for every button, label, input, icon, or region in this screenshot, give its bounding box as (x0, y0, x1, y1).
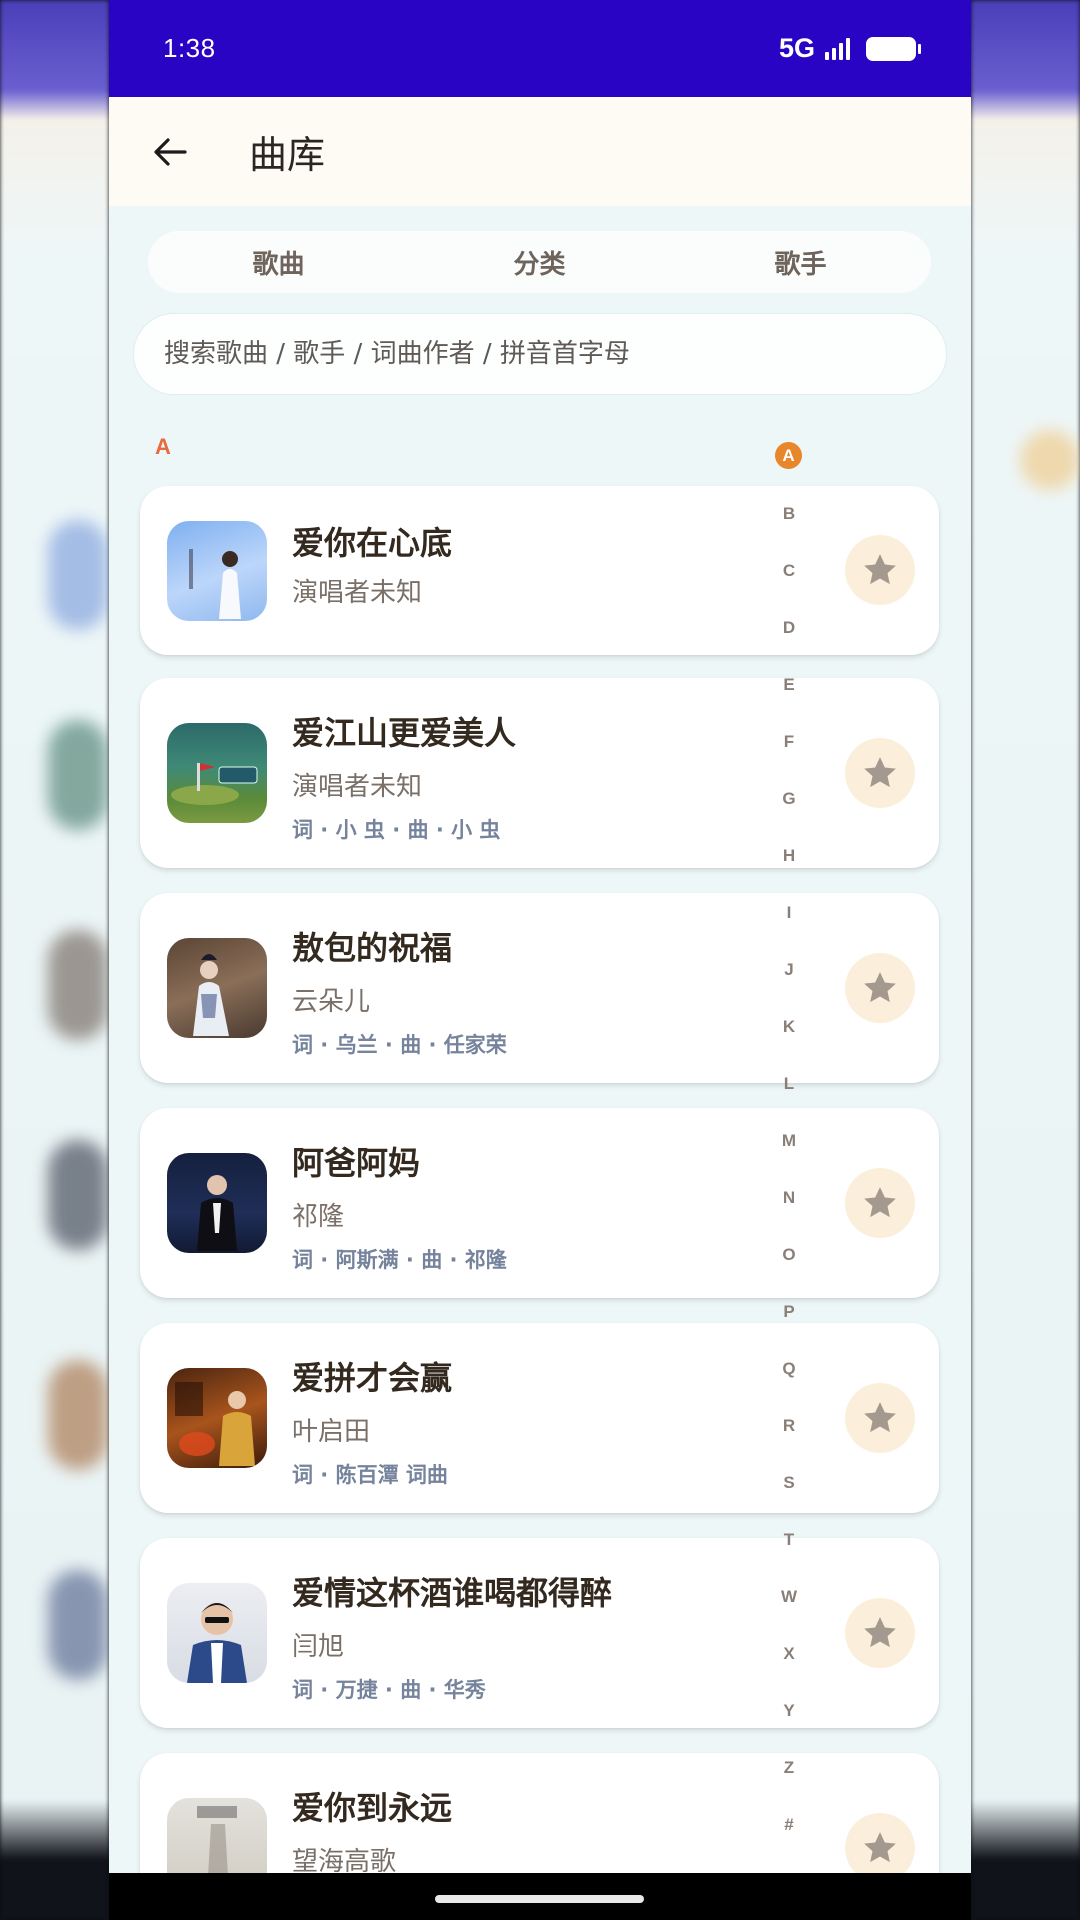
alphabet-letter[interactable]: F (767, 732, 811, 752)
tab-songs[interactable]: 歌曲 (148, 244, 409, 281)
song-card[interactable]: 阿爸阿妈 祁隆 词 · 阿斯满 · 曲 · 祁隆 (140, 1108, 939, 1298)
song-singer: 云朵儿 (292, 987, 371, 1017)
app-bar: 曲库 (109, 97, 971, 206)
song-credits: 词 · 阿斯满 · 曲 · 祁隆 (292, 1248, 507, 1272)
star-icon (864, 757, 896, 788)
backdrop-ghost-card (48, 1570, 108, 1680)
song-singer: 演唱者未知 (292, 578, 423, 608)
star-icon (864, 1402, 896, 1433)
alphabet-letter[interactable]: Z (767, 1758, 811, 1778)
alphabet-letter[interactable]: G (767, 789, 811, 809)
signal-icon (825, 37, 850, 60)
song-card[interactable]: 爱你在心底 演唱者未知 (140, 486, 939, 655)
alphabet-letter[interactable]: # (767, 1815, 811, 1835)
alphabet-letter[interactable]: J (767, 960, 811, 980)
alphabet-letter[interactable]: A (775, 442, 802, 469)
song-card[interactable]: 爱拼才会赢 叶启田 词 · 陈百潭 词曲 (140, 1323, 939, 1513)
alphabet-letter[interactable]: T (767, 1530, 811, 1550)
page-title: 曲库 (249, 133, 326, 177)
song-title: 爱情这杯酒谁喝都得醉 (292, 1574, 613, 1612)
song-title: 爱江山更爱美人 (292, 714, 517, 752)
alphabet-letter[interactable]: W (767, 1587, 811, 1607)
backdrop-ghost-card (48, 520, 108, 630)
alphabet-letter[interactable]: I (767, 903, 811, 923)
song-singer: 祁隆 (292, 1202, 345, 1232)
network-label: 5G (778, 33, 815, 63)
backdrop-ghost-card (48, 1360, 108, 1470)
song-credits: 词 · 小 虫 · 曲 · 小 虫 (292, 818, 501, 842)
song-singer: 演唱者未知 (292, 772, 423, 802)
song-card[interactable]: 敖包的祝福 云朵儿 词 · 乌兰 · 曲 · 任家荣 (140, 893, 939, 1083)
app-screen: 1:38 5G 曲库 歌曲 分类 歌手 A (109, 0, 971, 1920)
song-cover-image (167, 938, 267, 1038)
song-title: 爱你到永远 (292, 1789, 453, 1827)
home-indicator[interactable] (435, 1895, 644, 1903)
song-card[interactable]: 爱情这杯酒谁喝都得醉 闫旭 词 · 万捷 · 曲 · 华秀 (140, 1538, 939, 1728)
battery-icon (866, 36, 921, 61)
alphabet-letter[interactable]: P (767, 1302, 811, 1322)
star-icon (864, 1187, 896, 1218)
back-button[interactable] (145, 127, 195, 177)
alphabet-letter[interactable]: Q (767, 1359, 811, 1379)
backdrop-ghost-card (48, 1140, 108, 1250)
tab-categories[interactable]: 分类 (409, 244, 670, 281)
arrow-left-icon (154, 137, 187, 166)
song-cover-image (167, 723, 267, 823)
status-time: 1:38 (163, 33, 216, 63)
alphabet-letter[interactable]: E (767, 675, 811, 695)
star-icon (864, 554, 896, 585)
song-title: 阿爸阿妈 (292, 1144, 421, 1182)
alphabet-letter[interactable]: H (767, 846, 811, 866)
alphabet-letter[interactable]: Y (767, 1701, 811, 1721)
song-cover-image (167, 1583, 267, 1683)
song-credits: 词 · 陈百潭 词曲 (292, 1463, 448, 1487)
star-icon (864, 1832, 896, 1863)
search-input[interactable] (164, 339, 946, 369)
song-card[interactable]: 爱江山更爱美人 演唱者未知 词 · 小 虫 · 曲 · 小 虫 (140, 678, 939, 868)
alphabet-letter[interactable]: L (767, 1074, 811, 1094)
song-title: 敖包的祝福 (292, 929, 453, 967)
song-cover-image (167, 1153, 267, 1253)
song-title: 爱你在心底 (292, 524, 453, 562)
favorite-button[interactable] (845, 953, 915, 1023)
favorite-button[interactable] (845, 1383, 915, 1453)
status-bar: 1:38 5G (109, 0, 971, 97)
favorite-button[interactable] (845, 1168, 915, 1238)
song-singer: 叶启田 (292, 1417, 371, 1447)
alphabet-letter[interactable]: N (767, 1188, 811, 1208)
star-icon (864, 1617, 896, 1648)
song-cover-image (167, 1368, 267, 1468)
search-box[interactable] (133, 313, 947, 395)
navigation-bar (109, 1873, 971, 1920)
alphabet-letter[interactable]: K (767, 1017, 811, 1037)
alphabet-letter[interactable]: O (767, 1245, 811, 1265)
song-title: 爱拼才会赢 (292, 1359, 453, 1397)
song-cover-image (167, 521, 267, 621)
backdrop-ghost-card (48, 930, 108, 1040)
status-icons: 5G (778, 33, 921, 64)
tab-bar: 歌曲 分类 歌手 (148, 231, 931, 293)
favorite-button[interactable] (845, 738, 915, 808)
song-credits: 词 · 万捷 · 曲 · 华秀 (292, 1678, 486, 1702)
song-credits: 词 · 乌兰 · 曲 · 任家荣 (292, 1033, 507, 1057)
section-letter: A (155, 434, 171, 459)
alphabet-letter[interactable]: R (767, 1416, 811, 1436)
backdrop-right (971, 0, 1080, 1920)
alphabet-letter[interactable]: X (767, 1644, 811, 1664)
alphabet-letter[interactable]: C (767, 561, 811, 581)
alphabet-letter[interactable]: S (767, 1473, 811, 1493)
favorite-button[interactable] (845, 535, 915, 605)
favorite-button[interactable] (845, 1598, 915, 1668)
backdrop-ghost-card (1020, 430, 1080, 490)
alphabet-letter[interactable]: M (767, 1131, 811, 1151)
song-singer: 闫旭 (292, 1632, 345, 1662)
alphabet-letter[interactable]: B (767, 504, 811, 524)
alphabet-letter[interactable]: D (767, 618, 811, 638)
star-icon (864, 972, 896, 1003)
backdrop-ghost-card (48, 720, 108, 830)
tab-singers[interactable]: 歌手 (670, 244, 931, 281)
